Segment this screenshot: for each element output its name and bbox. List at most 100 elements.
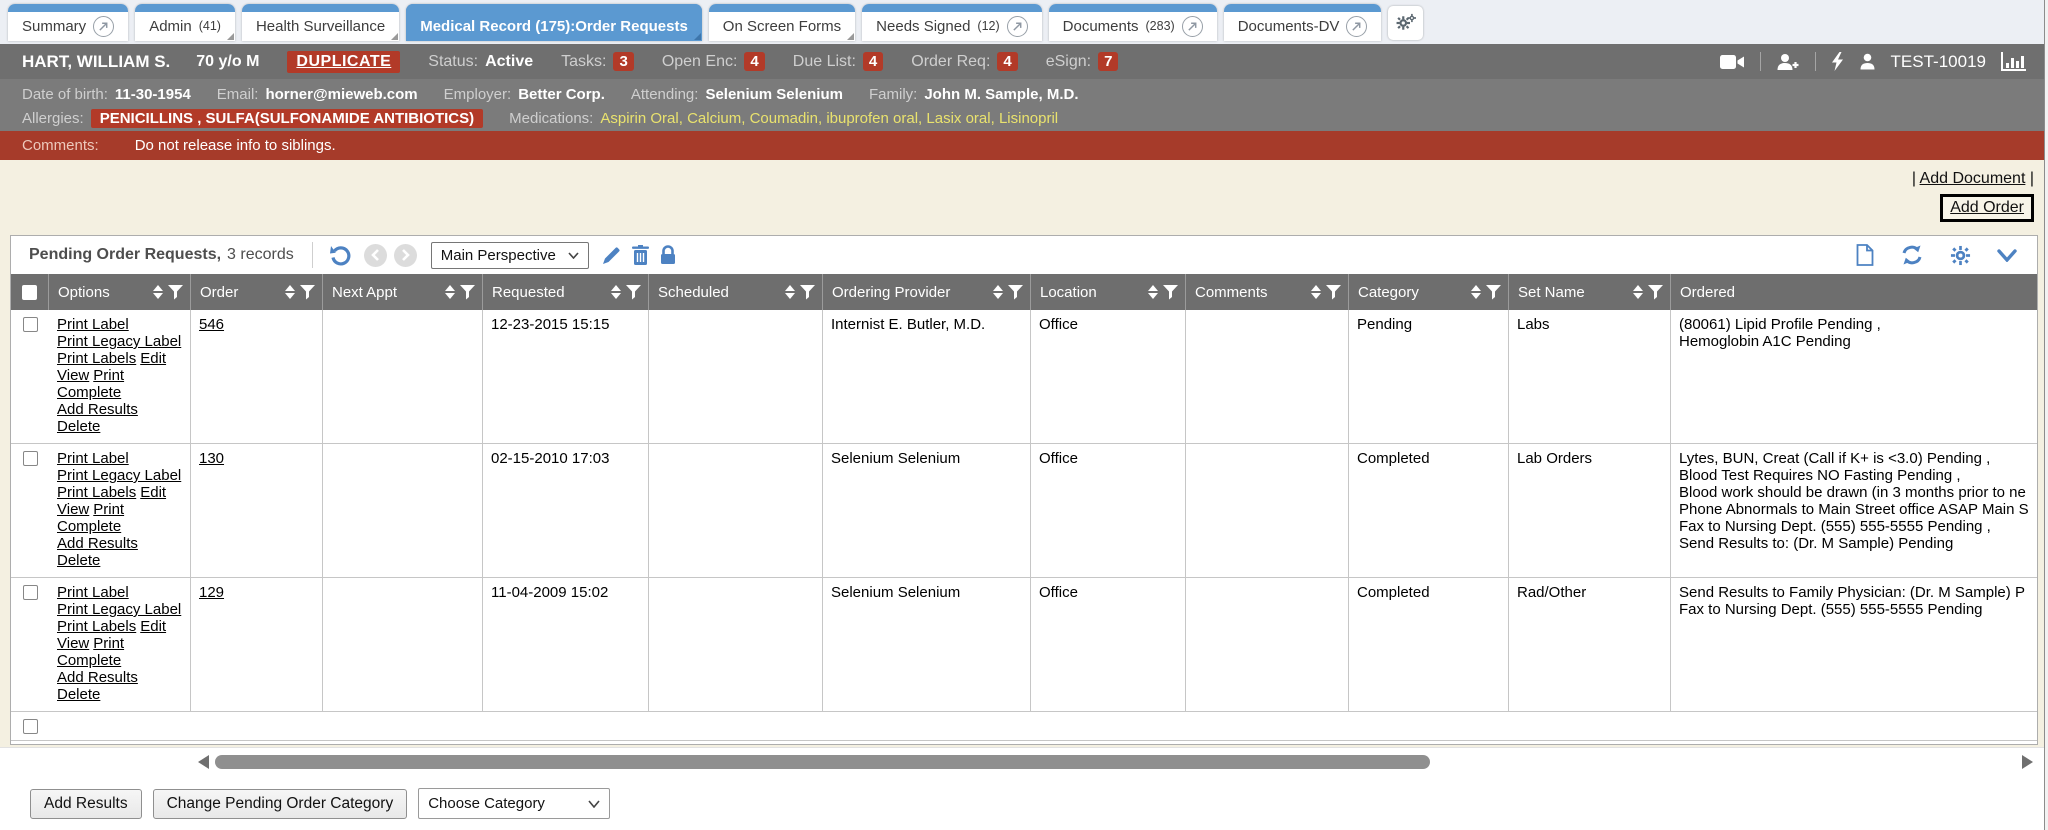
row-checkbox[interactable]: [23, 317, 38, 332]
user-icon[interactable]: [1859, 53, 1876, 70]
duplicate-badge[interactable]: DUPLICATE: [287, 51, 400, 73]
complete-link[interactable]: Complete: [57, 652, 121, 669]
filter-icon[interactable]: [1326, 285, 1341, 300]
sort-icon[interactable]: [1633, 285, 1643, 299]
filter-icon[interactable]: [1163, 285, 1178, 300]
order-number-link[interactable]: 129: [199, 584, 224, 601]
row-checkbox[interactable]: [23, 585, 38, 600]
complete-link[interactable]: Complete: [57, 384, 121, 401]
view-link[interactable]: View: [57, 367, 89, 384]
print-labels-link[interactable]: Print Labels: [57, 484, 136, 501]
row-checkbox[interactable]: [23, 451, 38, 466]
order-req-count-badge[interactable]: 4: [997, 52, 1017, 71]
filter-icon[interactable]: [1486, 285, 1501, 300]
lock-perspective-button[interactable]: [660, 245, 676, 265]
edit-perspective-button[interactable]: [602, 246, 621, 265]
add-results-button[interactable]: Add Results: [30, 789, 142, 819]
window-scrollbar-edge[interactable]: [2044, 0, 2048, 830]
sort-icon[interactable]: [785, 285, 795, 299]
sort-icon[interactable]: [993, 285, 1003, 299]
row-checkbox[interactable]: [23, 719, 38, 734]
sort-icon[interactable]: [1148, 285, 1158, 299]
medication-link[interactable]: Lisinopril: [999, 110, 1058, 127]
tab-settings-button[interactable]: [1388, 6, 1423, 40]
undo-button[interactable]: [329, 244, 352, 266]
add-results-link[interactable]: Add Results: [57, 401, 138, 418]
add-user-icon[interactable]: [1776, 53, 1800, 71]
print-label-link[interactable]: Print Label: [57, 584, 129, 601]
medication-link[interactable]: Calcium: [687, 110, 750, 127]
edit-link[interactable]: Edit: [140, 618, 166, 635]
delete-perspective-button[interactable]: [632, 245, 649, 265]
print-legacy-label-link[interactable]: Print Legacy Label: [57, 333, 181, 350]
change-pending-order-category-button[interactable]: Change Pending Order Category: [153, 789, 408, 819]
print-label-link[interactable]: Print Label: [57, 450, 129, 467]
edit-link[interactable]: Edit: [140, 350, 166, 367]
tab-documents-dv[interactable]: Documents-DV: [1224, 4, 1382, 41]
scroll-right-arrow[interactable]: [2022, 755, 2033, 769]
next-perspective-button[interactable]: [394, 244, 417, 267]
scroll-left-arrow[interactable]: [198, 755, 209, 769]
order-number-link[interactable]: 546: [199, 316, 224, 333]
order-number-link[interactable]: 130: [199, 450, 224, 467]
lightning-icon[interactable]: [1831, 52, 1844, 71]
open-enc-count-badge[interactable]: 4: [744, 52, 764, 71]
print-link[interactable]: Print: [93, 635, 124, 652]
filter-icon[interactable]: [168, 285, 183, 300]
print-legacy-label-link[interactable]: Print Legacy Label: [57, 601, 181, 618]
view-link[interactable]: View: [57, 501, 89, 518]
tab-needs-signed[interactable]: Needs Signed (12): [862, 4, 1041, 41]
choose-category-select[interactable]: Choose Category: [418, 788, 610, 819]
select-all-checkbox[interactable]: [22, 285, 37, 300]
edit-link[interactable]: Edit: [140, 484, 166, 501]
sort-icon[interactable]: [611, 285, 621, 299]
filter-icon[interactable]: [1008, 285, 1023, 300]
print-labels-link[interactable]: Print Labels: [57, 618, 136, 635]
due-list-count-badge[interactable]: 4: [863, 52, 883, 71]
perspective-select[interactable]: Main Perspective: [431, 242, 589, 269]
filter-icon[interactable]: [800, 285, 815, 300]
video-call-icon[interactable]: [1720, 54, 1745, 70]
medication-link[interactable]: Lasix oral: [926, 110, 999, 127]
sort-icon[interactable]: [153, 285, 163, 299]
medication-link[interactable]: ibuprofen oral: [826, 110, 926, 127]
print-label-link[interactable]: Print Label: [57, 316, 129, 333]
delete-link[interactable]: Delete: [57, 418, 100, 435]
medication-link[interactable]: Coumadin: [750, 110, 827, 127]
tab-documents[interactable]: Documents (283): [1049, 4, 1217, 41]
filter-icon[interactable]: [626, 285, 641, 300]
add-document-link[interactable]: Add Document: [1920, 170, 2026, 187]
complete-link[interactable]: Complete: [57, 518, 121, 535]
filter-icon[interactable]: [460, 285, 475, 300]
sort-icon[interactable]: [445, 285, 455, 299]
medication-link[interactable]: Aspirin Oral: [600, 110, 687, 127]
tab-medical-record-order-requests[interactable]: Medical Record (175):Order Requests: [406, 4, 702, 41]
view-link[interactable]: View: [57, 635, 89, 652]
print-link[interactable]: Print: [93, 501, 124, 518]
refresh-button[interactable]: [1900, 244, 1924, 266]
collapse-panel-button[interactable]: [1997, 249, 2017, 262]
esign-count-badge[interactable]: 7: [1098, 52, 1118, 71]
delete-link[interactable]: Delete: [57, 686, 100, 703]
add-order-link[interactable]: Add Order: [1950, 199, 2024, 216]
print-link[interactable]: Print: [93, 367, 124, 384]
filter-icon[interactable]: [1648, 285, 1663, 300]
filter-icon[interactable]: [300, 285, 315, 300]
tab-admin[interactable]: Admin (41): [135, 4, 235, 41]
print-labels-link[interactable]: Print Labels: [57, 350, 136, 367]
new-document-button[interactable]: [1856, 244, 1874, 266]
print-legacy-label-link[interactable]: Print Legacy Label: [57, 467, 181, 484]
stats-chart-icon[interactable]: [2001, 52, 2026, 72]
sort-icon[interactable]: [1311, 285, 1321, 299]
tab-on-screen-forms[interactable]: On Screen Forms: [709, 4, 855, 41]
sort-icon[interactable]: [1471, 285, 1481, 299]
add-results-link[interactable]: Add Results: [57, 669, 138, 686]
tab-summary[interactable]: Summary: [8, 4, 128, 41]
grid-settings-button[interactable]: [1950, 245, 1971, 266]
previous-perspective-button[interactable]: [364, 244, 387, 267]
tab-health-surveillance[interactable]: Health Surveillance: [242, 4, 399, 41]
add-results-link[interactable]: Add Results: [57, 535, 138, 552]
sort-icon[interactable]: [285, 285, 295, 299]
horizontal-scrollbar-thumb[interactable]: [215, 755, 1430, 769]
tasks-count-badge[interactable]: 3: [613, 52, 633, 71]
